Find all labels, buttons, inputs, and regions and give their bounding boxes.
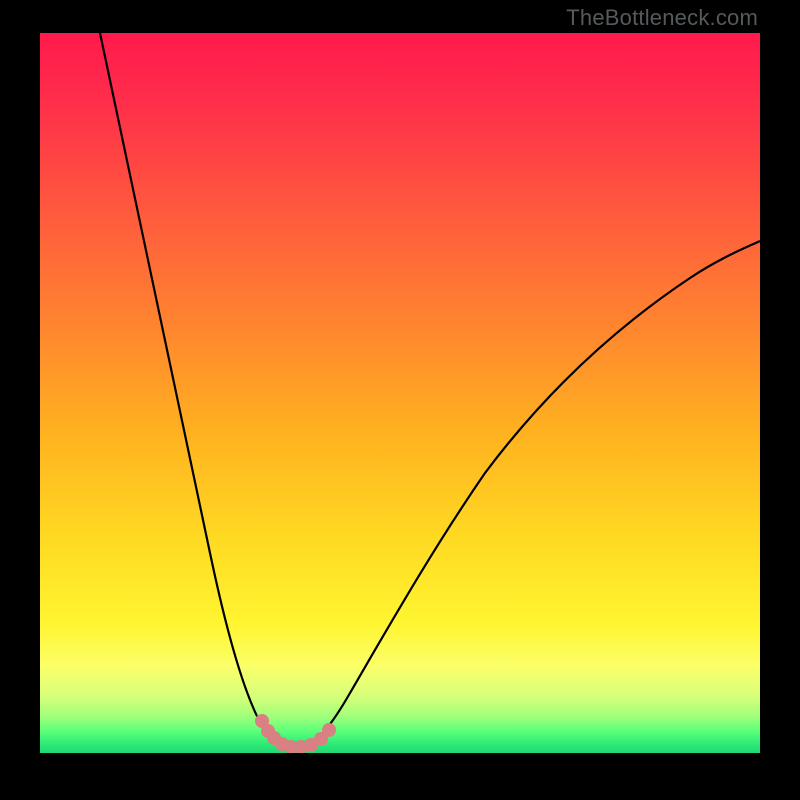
curve-layer [40,33,760,753]
watermark-label: TheBottleneck.com [566,5,758,31]
bottleneck-curve [100,33,760,750]
chart-frame: TheBottleneck.com [0,0,800,800]
plot-area [40,33,760,753]
valley-dots [255,714,336,753]
